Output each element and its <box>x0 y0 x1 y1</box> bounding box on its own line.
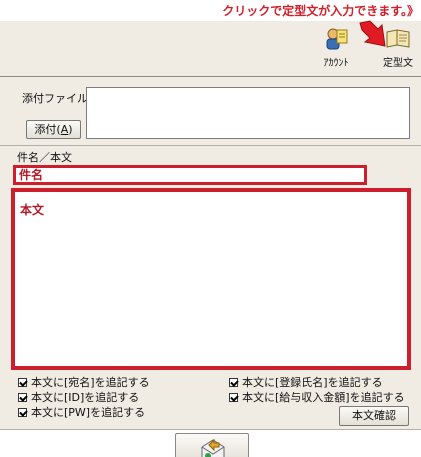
template-label: 定型文 <box>383 58 413 69</box>
options-left: 本文に[宛名]を追記する 本文に[ID]を追記する 本文に[PW]を追記する <box>18 375 150 420</box>
attach-button-label-end: ) <box>68 123 73 136</box>
red-arrow-icon <box>359 20 386 47</box>
options-right: 本文に[登録氏名]を追記する 本文に[給与収入金額]を追記する <box>229 375 405 405</box>
option-label: 本文に[登録氏名]を追記する <box>242 376 383 389</box>
annotation-text: クリックで定型文が入力できます。》 <box>222 4 419 18</box>
subject-field[interactable]: 件名 <box>13 165 367 185</box>
option-append-id[interactable]: 本文に[ID]を追記する <box>18 390 150 405</box>
confirm-body-button[interactable]: 本文確認 <box>339 406 409 426</box>
attachment-label: 添付ファイル <box>22 92 88 105</box>
checkbox[interactable] <box>18 408 27 417</box>
attach-button[interactable]: 添付(A) <box>26 120 81 139</box>
send-button[interactable] <box>175 433 249 457</box>
option-label: 本文に[給与収入金額]を追記する <box>242 391 405 404</box>
checkbox[interactable] <box>18 393 27 402</box>
annotation-banner: クリックで定型文が入力できます。》 <box>0 0 421 21</box>
option-append-registered-name[interactable]: 本文に[登録氏名]を追記する <box>229 375 405 390</box>
option-label: 本文に[ID]を追記する <box>31 391 140 404</box>
subject-placeholder: 件名 <box>19 168 44 182</box>
account-button[interactable]: ｱｶｳﾝﾄ <box>316 27 356 69</box>
option-label: 本文に[PW]を追記する <box>31 406 146 419</box>
option-append-salary-income[interactable]: 本文に[給与収入金額]を追記する <box>229 390 405 405</box>
attach-button-label: 添付( <box>34 123 61 136</box>
checkbox[interactable] <box>18 378 27 387</box>
option-append-pw[interactable]: 本文に[PW]を追記する <box>18 405 150 420</box>
body-field[interactable]: 本文 <box>11 188 411 370</box>
compose-label: 件名／本文 <box>17 151 72 164</box>
body-placeholder: 本文 <box>20 203 45 217</box>
checkbox[interactable] <box>229 378 238 387</box>
option-append-name[interactable]: 本文に[宛名]を追記する <box>18 375 150 390</box>
checkbox[interactable] <box>229 393 238 402</box>
account-label: ｱｶｳﾝﾄ <box>323 58 349 69</box>
attachment-list[interactable] <box>86 87 410 139</box>
option-label: 本文に[宛名]を追記する <box>31 376 150 389</box>
compose-section: 件名／本文 件名 本文 本文に[宛名]を追記する 本文に[ID]を追記する 本文… <box>0 146 421 430</box>
attachment-section: 添付ファイル 添付(A) <box>0 77 421 146</box>
bottom-bar <box>0 429 421 457</box>
account-icon <box>326 28 348 50</box>
send-mail-icon <box>201 438 225 457</box>
mail-compose-window: クリックで定型文が入力できます。》 ｱｶｳﾝﾄ 定型文 添付ファイル 添付(A)… <box>0 0 421 457</box>
